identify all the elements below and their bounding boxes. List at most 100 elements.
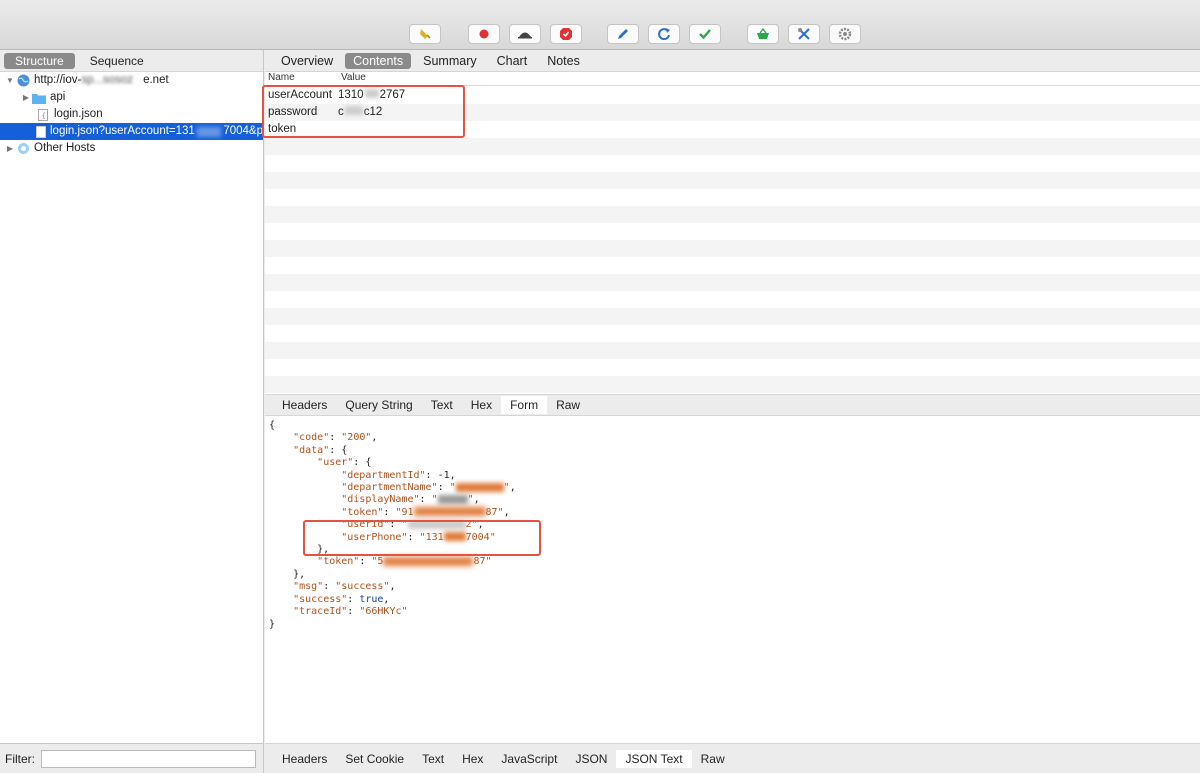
file-icon <box>36 125 46 138</box>
params-table: userAccount 1310 2767 password c c12 token <box>265 87 1200 437</box>
tools-icon <box>798 28 810 40</box>
detail-tabs: Overview Contents Summary Chart Notes <box>265 50 1200 72</box>
other-hosts-label: Other Hosts <box>34 142 96 154</box>
disclosure-closed-icon[interactable]: ▶ <box>4 140 16 157</box>
table-row <box>265 308 1200 325</box>
settings-icon <box>838 27 852 41</box>
host-tree: ▼ http://iov-sp...sosoz e.net ▶ api {} lo… <box>0 72 263 157</box>
tree-item-other-hosts[interactable]: ▶ Other Hosts <box>0 140 263 157</box>
tab-request-headers[interactable]: Headers <box>273 396 336 414</box>
structure-pane: Structure Sequence ▼ http://iov-sp...sos… <box>0 50 264 773</box>
tab-contents[interactable]: Contents <box>345 52 412 69</box>
response-json: { "code": "200", "data": { "user": { "de… <box>269 420 516 630</box>
json-msg: success <box>341 581 384 593</box>
table-row <box>265 172 1200 189</box>
folder-icon <box>32 91 46 104</box>
table-row <box>265 206 1200 223</box>
column-value[interactable]: Value <box>338 72 366 85</box>
globe-icon <box>16 74 30 87</box>
tab-form[interactable]: Form <box>501 396 548 414</box>
tab-chart[interactable]: Chart <box>489 53 536 69</box>
repeat-button[interactable] <box>648 24 680 44</box>
detail-pane: Overview Contents Summary Chart Notes Na… <box>262 50 1200 773</box>
json-department-id: -1 <box>437 469 450 481</box>
throttle-button[interactable] <box>509 24 541 44</box>
tab-sequence[interactable]: Sequence <box>79 53 155 69</box>
table-row <box>265 189 1200 206</box>
toolbar <box>0 0 1200 50</box>
tab-response-hex[interactable]: Hex <box>453 750 492 768</box>
filter-bar: Filter: <box>0 743 263 773</box>
api-label: api <box>50 91 66 103</box>
tree-item-login-query[interactable]: login.json?userAccount=131 7004&p <box>0 123 263 140</box>
phone-highlight-box <box>303 520 541 556</box>
tree-item-api[interactable]: ▶ api <box>0 89 263 106</box>
file-icon: {} <box>36 108 50 121</box>
column-name[interactable]: Name <box>265 72 338 85</box>
table-row <box>265 325 1200 342</box>
basket-icon <box>757 27 769 39</box>
check-icon <box>699 29 711 40</box>
redaction-block <box>196 126 222 137</box>
tab-response-headers[interactable]: Headers <box>273 750 336 768</box>
disclosure-closed-icon[interactable]: ▶ <box>20 89 32 106</box>
params-highlight-box <box>262 85 465 138</box>
host-suffix: e.net <box>143 74 169 86</box>
table-row <box>265 138 1200 155</box>
refresh-icon <box>658 28 670 41</box>
disclosure-open-icon[interactable]: ▼ <box>4 72 16 89</box>
host-label: http://iov- <box>34 74 82 86</box>
table-row <box>265 342 1200 359</box>
tab-set-cookie[interactable]: Set Cookie <box>336 750 413 768</box>
table-row <box>265 223 1200 240</box>
json-user-token: 91 <box>401 506 414 518</box>
table-row <box>265 240 1200 257</box>
login-query-label: login.json?userAccount=131 <box>50 125 195 137</box>
login-label: login.json <box>54 108 103 120</box>
tab-json[interactable]: JSON <box>566 750 616 768</box>
pen-icon <box>618 29 628 39</box>
tab-summary[interactable]: Summary <box>415 53 484 69</box>
json-trace-id: 66HKYc <box>365 606 402 618</box>
tab-json-text[interactable]: JSON Text <box>616 749 692 768</box>
view-mode-tabs: Structure Sequence <box>0 50 263 72</box>
tab-request-hex[interactable]: Hex <box>462 396 501 414</box>
record-icon <box>479 29 489 39</box>
edit-button[interactable] <box>607 24 639 44</box>
tab-request-text[interactable]: Text <box>422 396 462 414</box>
tab-response-raw[interactable]: Raw <box>692 750 734 768</box>
tree-item-host[interactable]: ▼ http://iov-sp...sosoz e.net <box>0 72 263 89</box>
other-hosts-icon <box>16 142 30 155</box>
broom-icon <box>420 29 431 39</box>
basket-button[interactable] <box>747 24 779 44</box>
host-obscured: sp...sosoz <box>81 74 134 86</box>
table-row <box>265 257 1200 274</box>
settings-button[interactable] <box>829 24 861 44</box>
turtle-icon <box>518 32 532 39</box>
tab-javascript[interactable]: JavaScript <box>492 750 566 768</box>
tab-request-raw[interactable]: Raw <box>547 396 589 414</box>
json-code: 200 <box>347 432 366 444</box>
validate-button[interactable] <box>689 24 721 44</box>
table-row <box>265 155 1200 172</box>
tab-structure[interactable]: Structure <box>4 52 75 69</box>
tab-overview[interactable]: Overview <box>273 53 341 69</box>
json-success: true <box>359 593 384 605</box>
breakpoints-button[interactable] <box>550 24 582 44</box>
tools-button[interactable] <box>788 24 820 44</box>
response-tabs: Headers Set Cookie Text Hex JavaScript J… <box>265 743 1200 773</box>
tab-notes[interactable]: Notes <box>539 53 588 69</box>
table-row <box>265 376 1200 393</box>
table-row <box>265 274 1200 291</box>
record-button[interactable] <box>468 24 500 44</box>
tab-response-text[interactable]: Text <box>413 750 453 768</box>
tree-item-login[interactable]: {} login.json <box>0 106 263 123</box>
request-tabs: Headers Query String Text Hex Form Raw <box>265 394 1200 416</box>
svg-text:{}: {} <box>42 112 49 120</box>
table-row <box>265 359 1200 376</box>
filter-input[interactable] <box>41 749 256 768</box>
params-table-header: Name Value <box>265 72 1200 86</box>
tab-query-string[interactable]: Query String <box>336 396 421 414</box>
login-query-tail: 7004&p <box>223 125 263 137</box>
clear-session-button[interactable] <box>409 24 441 44</box>
